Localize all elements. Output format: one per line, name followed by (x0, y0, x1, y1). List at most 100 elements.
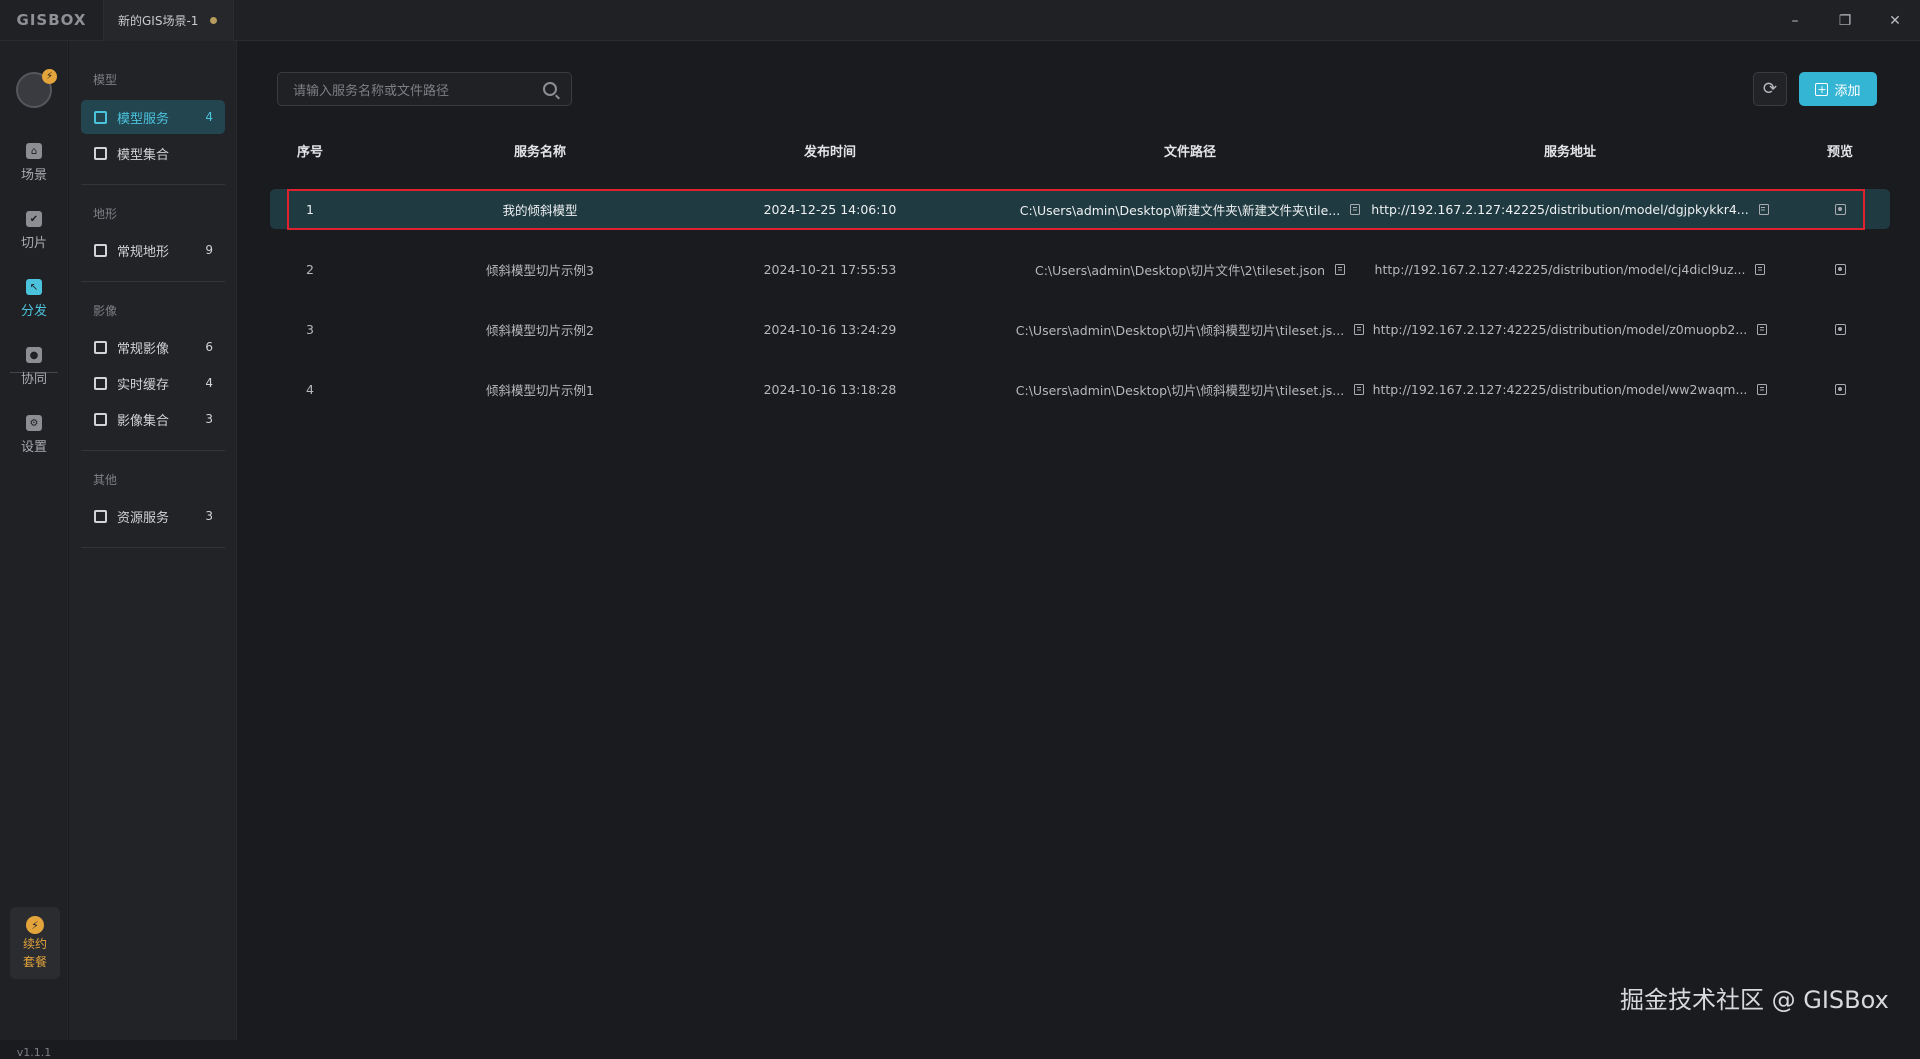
table-row[interactable]: 2 倾斜模型切片示例3 2024-10-21 17:55:53 C:\Users… (270, 249, 1890, 289)
scene-tab-label: 新的GIS场景-1 (118, 13, 199, 28)
cell-url-text: http://192.167.2.127:42225/distribution/… (1372, 381, 1748, 397)
image-icon (94, 340, 107, 354)
cell-time: 2024-10-16 13:18:28 (763, 381, 897, 397)
nav-item-terrain[interactable]: 常规地形 9 (81, 233, 225, 267)
model-icon (94, 110, 107, 124)
app-logo: GISBOX (16, 11, 87, 29)
add-button[interactable]: + 添加 (1799, 72, 1877, 106)
cell-url-text: http://192.167.2.127:42225/distribution/… (1374, 261, 1746, 277)
table-row[interactable]: 4 倾斜模型切片示例1 2024-10-16 13:18:28 C:\Users… (270, 369, 1890, 409)
rail-item-settings[interactable]: ⚙ 设置 (0, 405, 68, 465)
cell-url: http://192.167.2.127:42225/distribution/… (1370, 309, 1770, 349)
cell-path: C:\Users\admin\Desktop\切片\倾斜模型切片\tileset… (990, 369, 1390, 409)
search-icon[interactable] (543, 82, 557, 96)
nav-item-label: 常规影像 (117, 341, 170, 357)
nav-item-label: 模型集合 (117, 147, 170, 163)
copy-icon[interactable] (1354, 323, 1365, 335)
cell-url: http://192.167.2.127:42225/distribution/… (1370, 249, 1770, 289)
home-icon: ⌂ (26, 143, 42, 159)
lock-icon: ● (26, 347, 42, 363)
copy-icon[interactable] (1757, 323, 1768, 335)
selected-row-highlight (287, 189, 1865, 230)
table-header: 序号 服务名称 发布时间 文件路径 服务地址 预览 (270, 128, 1890, 172)
search-placeholder: 请输入服务名称或文件路径 (293, 83, 450, 99)
nav-item-count: 6 (205, 340, 213, 354)
cell-path-text: C:\Users\admin\Desktop\切片\倾斜模型切片\tileset… (1015, 382, 1345, 398)
column-header-time: 发布时间 (803, 144, 856, 160)
collection-icon (94, 412, 107, 426)
preview-icon[interactable] (1834, 383, 1846, 395)
cell-index: 4 (306, 381, 314, 397)
copy-icon[interactable] (1757, 383, 1768, 395)
column-header-url: 服务地址 (1543, 144, 1596, 160)
lightning-icon: ⚡ (26, 916, 44, 934)
cell-preview (1810, 249, 1870, 289)
cell-index: 3 (306, 321, 314, 337)
preview-icon[interactable] (1834, 263, 1846, 275)
nav-item-realtime-cache[interactable]: 实时缓存 4 (81, 366, 225, 400)
nav-item-count: 3 (205, 509, 213, 523)
rail-item-slice[interactable]: ✔ 切片 (0, 201, 68, 261)
cell-url: http://192.167.2.127:42225/distribution/… (1370, 369, 1770, 409)
preview-icon[interactable] (1834, 323, 1846, 335)
window-controls: – ❐ ✕ (1770, 0, 1920, 41)
cell-name: 倾斜模型切片示例1 (486, 382, 594, 398)
minimize-button[interactable]: – (1770, 0, 1820, 41)
cell-path-text: C:\Users\admin\Desktop\切片文件\2\tileset.js… (1034, 262, 1326, 278)
close-button[interactable]: ✕ (1870, 0, 1920, 41)
nav-item-count: 4 (205, 110, 213, 124)
cell-preview (1810, 309, 1870, 349)
rail-item-label: 协同 (20, 372, 47, 387)
plus-icon: + (1815, 82, 1829, 96)
copy-icon[interactable] (1354, 383, 1365, 395)
nav-item-label: 资源服务 (117, 510, 170, 526)
nav-item-model-service[interactable]: 模型服务 4 (81, 100, 225, 134)
collection-icon (94, 146, 107, 160)
rail-item-distribute[interactable]: ↖ 分发 (0, 269, 68, 329)
nav-item-resource-service[interactable]: 资源服务 3 (81, 499, 225, 533)
group-divider (81, 184, 225, 185)
column-header-path: 文件路径 (1163, 144, 1216, 160)
table-row[interactable]: 3 倾斜模型切片示例2 2024-10-16 13:24:29 C:\Users… (270, 309, 1890, 349)
title-bar: GISBOX 新的GIS场景-1 – ❐ ✕ (0, 0, 1920, 41)
cell-path-text: C:\Users\admin\Desktop\切片\倾斜模型切片\tileset… (1015, 322, 1345, 338)
copy-icon[interactable] (1755, 263, 1766, 275)
nav-item-label: 实时缓存 (117, 377, 170, 393)
group-title-terrain: 地形 (93, 207, 118, 221)
terrain-icon (94, 243, 107, 257)
restore-button[interactable]: ❐ (1820, 0, 1870, 41)
group-divider (81, 281, 225, 282)
unsaved-dot-icon (210, 16, 218, 24)
rail-item-scene[interactable]: ⌂ 场景 (0, 133, 68, 193)
gear-icon: ⚙ (26, 415, 42, 431)
group-divider (81, 547, 225, 548)
search-input[interactable]: 请输入服务名称或文件路径 (277, 72, 572, 106)
group-title-model: 模型 (93, 73, 118, 87)
nav-item-imagery[interactable]: 常规影像 6 (81, 330, 225, 364)
renew-plan-button[interactable]: ⚡ 续约 套餐 (10, 907, 60, 979)
nav-item-label: 常规地形 (117, 244, 170, 260)
nav-item-count: 4 (205, 376, 213, 390)
sub-sidebar: 模型 模型服务 4 模型集合 地形 常规地形 9 影像 常规影像 6 实时缓存 … (69, 41, 237, 1040)
cell-preview (1810, 369, 1870, 409)
group-divider (81, 450, 225, 451)
scene-tab[interactable]: 新的GIS场景-1 (103, 0, 235, 41)
nav-item-imagery-collection[interactable]: 影像集合 3 (81, 402, 225, 436)
rail-item-label: 设置 (20, 440, 47, 455)
cell-time: 2024-10-16 13:24:29 (763, 321, 897, 337)
column-header-name: 服务名称 (513, 144, 566, 160)
refresh-button[interactable]: ⟳ (1753, 72, 1787, 106)
cell-name: 倾斜模型切片示例2 (486, 322, 594, 338)
add-button-label: 添加 (1834, 83, 1861, 99)
nav-item-count: 9 (205, 243, 213, 257)
rail-item-label: 场景 (20, 168, 47, 183)
cell-time: 2024-10-21 17:55:53 (763, 261, 897, 277)
nav-item-label: 模型服务 (117, 111, 170, 127)
cache-icon (94, 376, 107, 390)
nav-item-model-collection[interactable]: 模型集合 (81, 136, 225, 170)
cell-index: 2 (306, 261, 314, 277)
rail-item-label: 分发 (20, 304, 47, 319)
rail-item-collab[interactable]: ● 协同 (0, 337, 68, 397)
column-header-preview: 预览 (1826, 144, 1853, 160)
copy-icon[interactable] (1335, 263, 1346, 275)
